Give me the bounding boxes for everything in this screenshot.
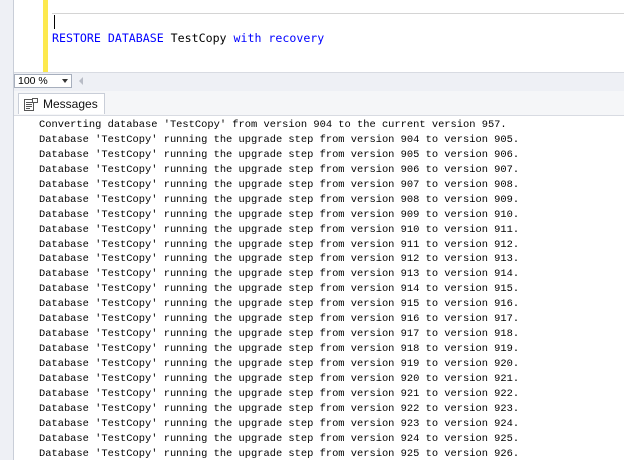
- left-gutter: [0, 0, 14, 460]
- message-line: Database 'TestCopy' running the upgrade …: [39, 372, 520, 385]
- messages-icon: [24, 97, 38, 111]
- zoom-value: 100 %: [18, 75, 48, 87]
- message-line: Database 'TestCopy' running the upgrade …: [39, 387, 520, 400]
- message-line: Database 'TestCopy' running the upgrade …: [39, 148, 520, 161]
- message-line: Database 'TestCopy' running the upgrade …: [39, 402, 520, 415]
- sql-keyword: DATABASE: [107, 31, 164, 45]
- query-editor[interactable]: RESTORE DATABASE TestCopy with recovery: [14, 0, 624, 72]
- message-line: Database 'TestCopy' running the upgrade …: [39, 238, 520, 251]
- results-pane: Messages Converting database 'TestCopy' …: [14, 91, 624, 460]
- messages-output[interactable]: Converting database 'TestCopy' from vers…: [39, 118, 519, 462]
- message-line: Database 'TestCopy' running the upgrade …: [39, 268, 520, 281]
- change-tracking-bar: [43, 0, 48, 72]
- message-line: Database 'TestCopy' running the upgrade …: [39, 358, 520, 370]
- message-line: Database 'TestCopy' running the upgrade …: [39, 447, 520, 460]
- text-caret: [54, 15, 55, 29]
- message-line: Database 'TestCopy' running the upgrade …: [39, 178, 520, 191]
- message-line: Database 'TestCopy' running the upgrade …: [39, 298, 520, 311]
- message-line: Database 'TestCopy' running the upgrade …: [39, 208, 520, 221]
- chevron-down-icon[interactable]: [62, 79, 68, 83]
- tab-messages-label: Messages: [43, 97, 98, 111]
- message-line: Database 'TestCopy' running the upgrade …: [39, 417, 520, 430]
- sql-keyword: RESTORE: [52, 31, 101, 45]
- message-line: Database 'TestCopy' running the upgrade …: [39, 133, 520, 146]
- editor-empty-line-divider: [52, 13, 624, 14]
- message-line: Database 'TestCopy' running the upgrade …: [39, 328, 520, 341]
- tab-messages[interactable]: Messages: [18, 93, 105, 114]
- scroll-left-arrow-icon[interactable]: [79, 77, 83, 85]
- message-line: Database 'TestCopy' running the upgrade …: [39, 343, 520, 356]
- query-line[interactable]: RESTORE DATABASE TestCopy with recovery: [52, 31, 324, 45]
- zoom-bar: 100 %: [14, 72, 624, 92]
- message-line: Converting database 'TestCopy' from vers…: [39, 119, 507, 131]
- sql-identifier: [101, 31, 108, 45]
- message-line: Database 'TestCopy' running the upgrade …: [39, 283, 520, 296]
- editor-selection-margin: [28, 0, 43, 72]
- message-line: Database 'TestCopy' running the upgrade …: [39, 253, 520, 266]
- message-line: Database 'TestCopy' running the upgrade …: [39, 223, 520, 236]
- zoom-dropdown[interactable]: 100 %: [14, 74, 72, 88]
- message-line: Database 'TestCopy' running the upgrade …: [39, 432, 520, 445]
- message-line: Database 'TestCopy' running the upgrade …: [39, 193, 520, 206]
- sql-keyword: with: [233, 31, 262, 45]
- sql-identifier: TestCopy: [163, 31, 234, 45]
- results-tab-strip: Messages: [14, 91, 624, 116]
- sql-keyword: recovery: [268, 31, 325, 45]
- message-line: Database 'TestCopy' running the upgrade …: [39, 313, 520, 326]
- message-line: Database 'TestCopy' running the upgrade …: [39, 163, 520, 176]
